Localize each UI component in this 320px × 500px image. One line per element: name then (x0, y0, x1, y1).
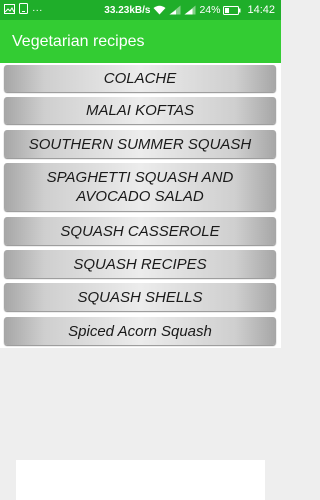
recipe-button-southern-summer-squash[interactable]: SOUTHERN SUMMER SQUASH (4, 130, 276, 158)
battery-icon (223, 5, 241, 15)
clock: 14:42 (247, 4, 275, 16)
recipe-list: COLACHE MALAI KOFTAS SOUTHERN SUMMER SQU… (0, 63, 281, 348)
app-bar: Vegetarian recipes (0, 20, 281, 63)
status-left-icons: ··· (4, 3, 43, 17)
recipe-button-spiced-acorn-squash[interactable]: Spiced Acorn Squash (4, 317, 276, 345)
signal-icon (169, 5, 181, 15)
status-bar: ··· 33.23kB/s 24% 14:42 (0, 0, 281, 20)
recipe-button-spaghetti-squash-and-avocado-salad[interactable]: SPAGHETTI SQUASH AND AVOCADO SALAD (4, 163, 276, 211)
app-title: Vegetarian recipes (12, 32, 145, 50)
ad-banner-area (16, 460, 265, 500)
recipe-button-colache[interactable]: COLACHE (4, 65, 276, 92)
recipe-button-squash-casserole[interactable]: SQUASH CASSEROLE (4, 217, 276, 245)
signal-icon-2 (184, 5, 196, 15)
recipe-button-squash-shells[interactable]: SQUASH SHELLS (4, 283, 276, 311)
wifi-icon (153, 5, 166, 15)
recipe-button-malai-koftas[interactable]: MALAI KOFTAS (4, 97, 276, 124)
status-right: 33.23kB/s 24% 14:42 (104, 4, 275, 16)
image-icon (4, 3, 15, 17)
recipe-button-squash-recipes[interactable]: SQUASH RECIPES (4, 250, 276, 278)
more-icon: ··· (32, 4, 43, 16)
network-speed: 33.23kB/s (104, 4, 151, 16)
phone-icon (19, 3, 28, 17)
battery-percent: 24% (199, 4, 221, 16)
